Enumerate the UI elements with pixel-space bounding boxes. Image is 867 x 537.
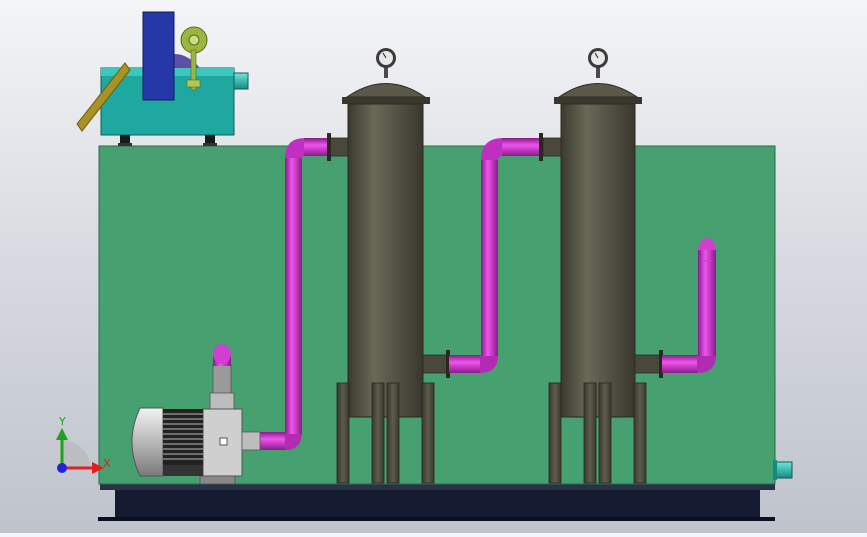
air-compressor[interactable] (76, 11, 249, 146)
z-axis-dot (57, 463, 67, 473)
cad-viewport[interactable]: X Y (0, 0, 867, 533)
drain-nozzle[interactable] (773, 460, 793, 480)
pressure-gauge-1[interactable] (376, 48, 396, 78)
x-axis-label: X (103, 457, 111, 470)
pressure-gauge-2[interactable] (588, 48, 608, 78)
pump-suction-pipe[interactable] (209, 344, 235, 410)
base-frame[interactable] (98, 484, 775, 521)
electric-motor[interactable] (131, 407, 203, 477)
y-axis-label: Y (58, 415, 66, 428)
